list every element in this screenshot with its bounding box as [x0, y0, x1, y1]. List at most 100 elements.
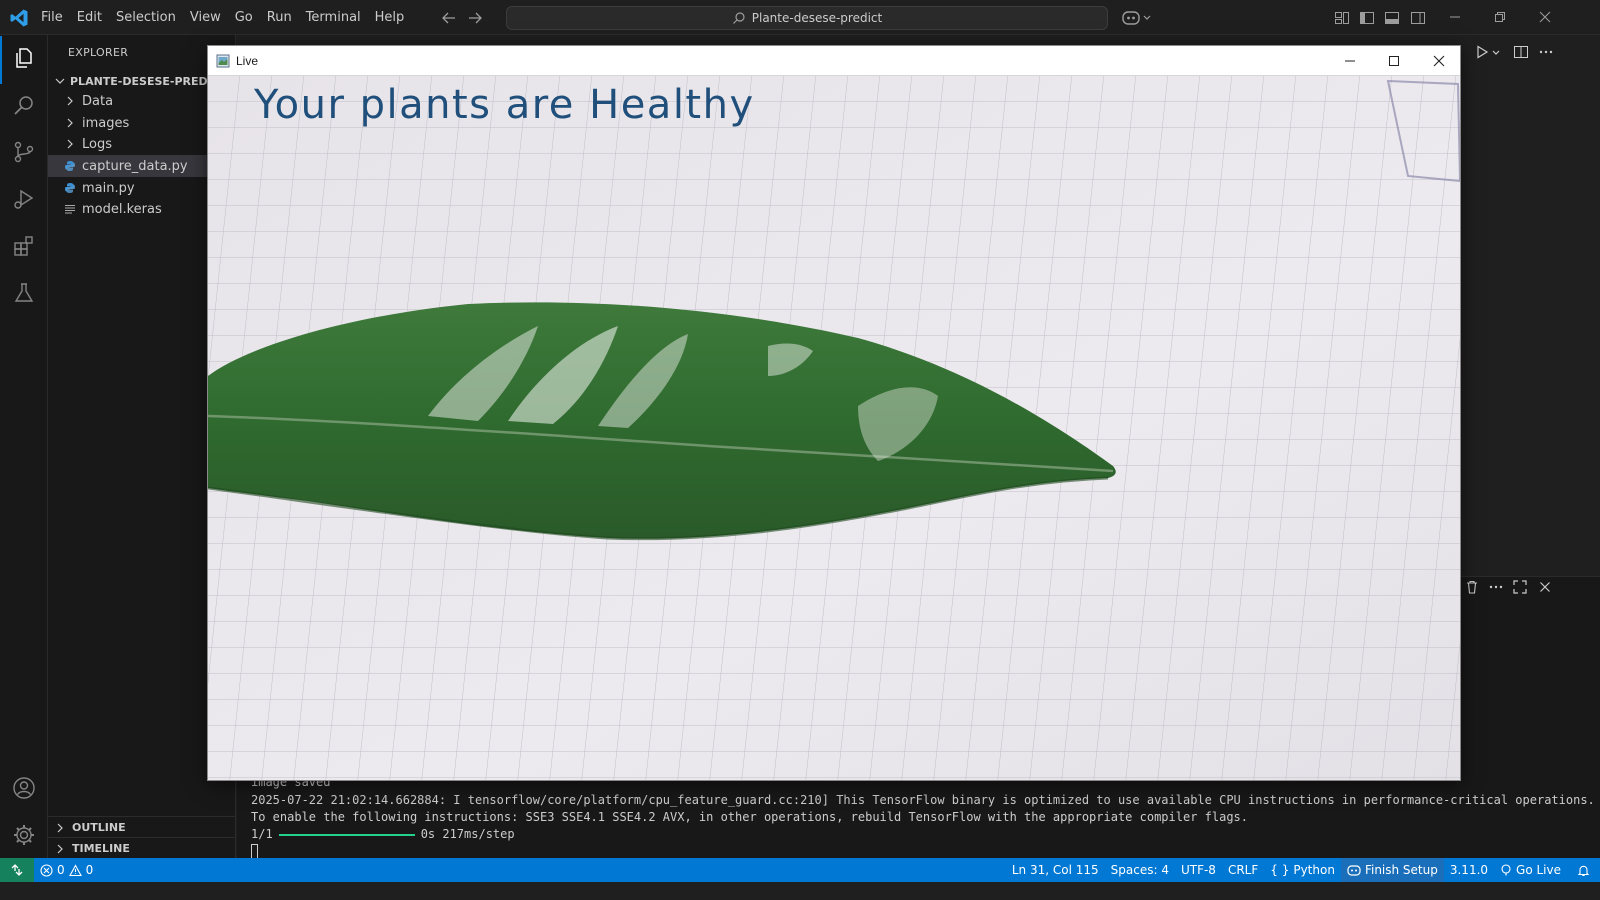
go-live[interactable]: Go Live — [1494, 858, 1567, 882]
finish-setup-label: Finish Setup — [1364, 863, 1438, 877]
forward-arrow-icon[interactable] — [466, 9, 484, 27]
language-mode[interactable]: { } Python — [1264, 858, 1341, 882]
live-maximize-icon[interactable] — [1386, 53, 1402, 69]
explorer-icon[interactable] — [12, 46, 36, 70]
command-center-label: Plante-desese-predict — [751, 11, 883, 25]
title-bar: File Edit Selection View Go Run Terminal… — [0, 0, 1600, 35]
settings-gear-icon[interactable] — [12, 823, 36, 847]
search-icon[interactable] — [12, 93, 36, 117]
live-camera-window[interactable]: Live Your plants are Healthy — [207, 45, 1461, 781]
source-control-icon[interactable] — [12, 140, 36, 164]
split-editor-icon[interactable] — [1513, 44, 1529, 60]
minimize-icon[interactable] — [1446, 8, 1464, 26]
toggle-panel-icon[interactable] — [1384, 10, 1400, 26]
menu-bar: File Edit Selection View Go Run Terminal… — [34, 0, 411, 35]
bell-icon — [1577, 865, 1590, 876]
status-right-group: Ln 31, Col 115 Spaces: 4 UTF-8 CRLF { } … — [1006, 858, 1600, 882]
tree-item-label: model.keras — [82, 201, 162, 217]
back-arrow-icon[interactable] — [440, 9, 458, 27]
run-debug-icon[interactable] — [12, 187, 36, 211]
terminal-line: To enable the following instructions: SS… — [251, 810, 1248, 824]
camera-feed: Your plants are Healthy — [208, 76, 1460, 780]
tree-item-label: main.py — [82, 180, 135, 196]
chevron-right-icon — [67, 118, 73, 128]
language-label: Python — [1293, 863, 1335, 877]
tree-item-label: capture_data.py — [82, 158, 188, 174]
account-icon[interactable] — [12, 776, 36, 800]
python-file-icon — [65, 183, 75, 193]
terminal-cursor — [251, 844, 258, 859]
activity-bar — [0, 35, 48, 876]
maximize-panel-icon[interactable] — [1512, 579, 1528, 595]
live-window-title: Live — [236, 54, 259, 68]
more-actions-icon[interactable] — [1538, 44, 1554, 60]
timeline-label: TIMELINE — [72, 842, 130, 855]
encoding[interactable]: UTF-8 — [1175, 858, 1222, 882]
python-file-icon — [65, 161, 75, 171]
status-bar: 0 0 Ln 31, Col 115 Spaces: 4 UTF-8 CRLF … — [0, 858, 1600, 882]
run-dropdown-chevron-icon[interactable] — [1490, 44, 1502, 60]
chevron-down-icon — [55, 78, 65, 84]
workspace-folder-header[interactable]: PLANTE-DESESE-PREDICT — [52, 70, 227, 92]
screen-bottom-edge — [0, 882, 1600, 900]
menu-selection[interactable]: Selection — [109, 0, 183, 35]
menu-go[interactable]: Go — [228, 0, 260, 35]
braces-icon: { } — [1270, 863, 1290, 877]
outline-label: OUTLINE — [72, 821, 126, 834]
progress-bar — [278, 833, 415, 836]
menu-edit[interactable]: Edit — [70, 0, 109, 35]
restore-icon[interactable] — [1491, 8, 1509, 26]
menu-help[interactable]: Help — [368, 0, 412, 35]
indentation[interactable]: Spaces: 4 — [1105, 858, 1175, 882]
timeline-section[interactable]: TIMELINE — [48, 837, 236, 859]
prediction-overlay-text: Your plants are Healthy — [254, 82, 755, 128]
menu-file[interactable]: File — [34, 0, 70, 35]
finish-setup[interactable]: Finish Setup — [1340, 858, 1444, 882]
chevron-right-icon — [67, 139, 73, 149]
toggle-secondary-sidebar-icon[interactable] — [1410, 10, 1426, 26]
menu-run[interactable]: Run — [260, 0, 299, 35]
python-version[interactable]: 3.11.0 — [1444, 858, 1494, 882]
copilot-icon[interactable] — [1121, 8, 1153, 28]
go-live-label: Go Live — [1516, 863, 1561, 877]
close-icon[interactable] — [1536, 8, 1554, 26]
trash-icon[interactable] — [1464, 579, 1480, 595]
live-window-titlebar[interactable]: Live — [208, 46, 1460, 76]
active-indicator — [0, 36, 2, 84]
extensions-icon[interactable] — [12, 234, 36, 258]
copilot-icon — [1347, 865, 1361, 876]
explorer-title: EXPLORER — [68, 46, 129, 59]
remote-icon — [11, 864, 23, 876]
toggle-primary-sidebar-icon[interactable] — [1359, 10, 1375, 26]
search-icon — [732, 12, 745, 24]
step-timing: 0s 217ms/step — [420, 827, 515, 841]
run-file-icon[interactable] — [1474, 44, 1490, 60]
command-center-search[interactable]: Plante-desese-predict — [506, 6, 1108, 30]
outline-section[interactable]: OUTLINE — [48, 816, 236, 838]
broadcast-icon — [1501, 864, 1511, 876]
cursor-position[interactable]: Ln 31, Col 115 — [1006, 858, 1105, 882]
testing-flask-icon[interactable] — [12, 281, 36, 305]
chevron-right-icon — [67, 96, 73, 106]
terminal-progress-line: 1/1 0s 217ms/step — [251, 827, 515, 841]
live-close-icon[interactable] — [1431, 53, 1447, 69]
close-panel-icon[interactable] — [1537, 579, 1553, 595]
problems-indicator[interactable]: 0 0 — [40, 858, 93, 882]
notifications[interactable] — [1567, 858, 1600, 882]
camera-frame-image — [208, 76, 1460, 780]
error-icon — [40, 863, 53, 877]
chevron-right-icon — [57, 823, 63, 832]
panel-more-icon[interactable] — [1488, 579, 1504, 595]
app-window-icon — [216, 54, 230, 68]
remote-indicator[interactable] — [0, 858, 34, 882]
tree-item-label: Data — [82, 93, 114, 109]
terminal-line: 2025-07-22 21:02:14.662884: I tensorflow… — [251, 793, 1595, 807]
tree-item-label: Logs — [82, 136, 112, 152]
menu-view[interactable]: View — [183, 0, 228, 35]
customize-layout-icon[interactable] — [1334, 10, 1350, 26]
live-minimize-icon[interactable] — [1342, 53, 1358, 69]
warning-count: 0 — [85, 863, 94, 877]
menu-terminal[interactable]: Terminal — [299, 0, 368, 35]
line-ending[interactable]: CRLF — [1222, 858, 1264, 882]
warning-icon — [68, 863, 82, 876]
